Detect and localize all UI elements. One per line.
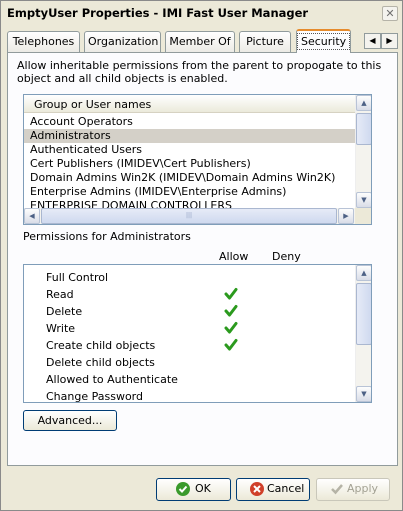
ok-button[interactable]: OK [156,478,231,501]
allow-check-icon[interactable] [224,338,238,352]
user-row-domain-admins[interactable]: Domain Admins Win2K (IMIDEV\Domain Admin… [24,171,355,185]
tab-member-of[interactable]: Member Of [165,31,235,52]
scroll-down-icon[interactable]: ▼ [356,192,371,208]
user-row-cert-publishers[interactable]: Cert Publishers (IMIDEV\Cert Publishers) [24,157,355,171]
permission-row[interactable]: Change Password [24,388,354,402]
cancel-button[interactable]: Cancel [236,478,310,501]
permission-row[interactable]: Allowed to Authenticate [24,371,354,387]
scroll-thumb[interactable] [356,283,371,345]
permissions-listbox[interactable]: Full Control Read Delete Write Create ch… [23,264,372,403]
apply-button[interactable]: Apply [316,478,390,501]
scroll-down-icon[interactable]: ▼ [356,386,371,402]
allow-check-icon[interactable] [224,287,238,301]
apply-check-icon [331,484,343,495]
permissions-vertical-scrollbar[interactable]: ▲ ▼ [355,265,371,402]
allow-column-header: Allow [219,250,249,263]
tab-scroll-right-icon[interactable]: ▶ [381,33,398,49]
close-icon[interactable]: ✕ [382,6,398,21]
scrollbar-corner [355,208,371,224]
properties-dialog: EmptyUser Properties - IMI Fast User Man… [0,0,403,511]
tab-picture[interactable]: Picture [239,31,291,52]
scroll-thumb[interactable] [356,113,371,145]
allow-check-icon[interactable] [224,304,238,318]
permission-row[interactable]: Create child objects [24,337,354,353]
scroll-up-icon[interactable]: ▲ [356,265,371,281]
advanced-button[interactable]: Advanced... [23,410,117,431]
scroll-left-icon[interactable]: ◀ [24,208,40,224]
check-icon [176,482,190,496]
users-horizontal-scrollbar[interactable]: ◀ ||| ▶ [24,208,355,224]
permissions-label: Permissions for Administrators [23,230,191,243]
permission-row[interactable]: Read [24,286,354,302]
user-row-account-operators[interactable]: Account Operators [24,115,355,129]
users-column-header[interactable]: Group or User names [24,95,355,113]
user-row-enterprise-dc[interactable]: ENTERPRISE DOMAIN CONTROLLERS [24,199,355,208]
title-bar[interactable]: EmptyUser Properties - IMI Fast User Man… [2,2,401,24]
permission-row[interactable]: Delete [24,303,354,319]
scroll-up-icon[interactable]: ▲ [356,95,371,111]
permission-row[interactable]: Full Control [24,269,354,285]
deny-column-header: Deny [272,250,301,263]
inherit-permissions-text: Allow inheritable permissions from the p… [17,59,382,85]
user-row-enterprise-admins[interactable]: Enterprise Admins (IMIDEV\Enterprise Adm… [24,185,355,199]
tab-telephones[interactable]: Telephones [7,31,80,52]
tab-organization[interactable]: Organization [84,31,161,52]
window-title: EmptyUser Properties - IMI Fast User Man… [7,6,309,20]
tab-strip: Telephones Organization Member Of Pictur… [7,29,398,53]
tab-scroll-left-icon[interactable]: ◀ [364,33,381,49]
permission-row[interactable]: Write [24,320,354,336]
cancel-icon [250,482,264,496]
users-vertical-scrollbar[interactable]: ▲ ▼ [355,95,371,208]
users-listbox[interactable]: Group or User names Account Operators Ad… [23,94,372,225]
permission-row[interactable]: Delete child objects [24,354,354,370]
allow-check-icon[interactable] [224,321,238,335]
scroll-thumb[interactable]: ||| [41,208,337,224]
user-row-administrators[interactable]: Administrators [24,129,355,143]
user-row-authenticated-users[interactable]: Authenticated Users [24,143,355,157]
tab-security[interactable]: Security [296,29,351,53]
scroll-right-icon[interactable]: ▶ [338,208,354,224]
